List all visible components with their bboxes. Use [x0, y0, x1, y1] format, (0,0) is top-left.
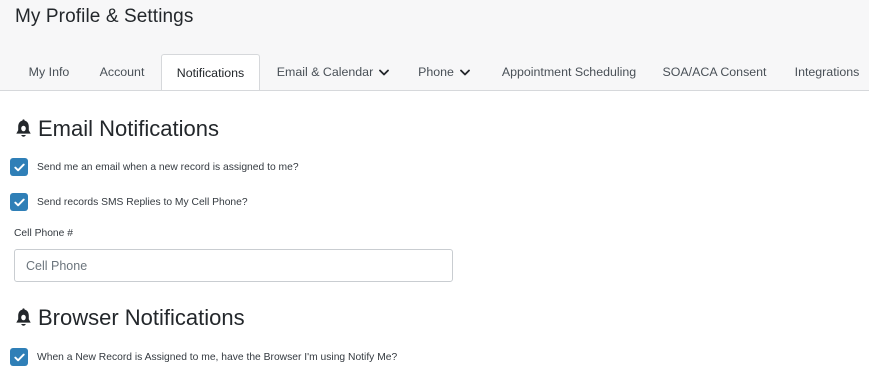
section-title: Browser Notifications — [38, 305, 245, 330]
email-on-new-record-checkbox[interactable] — [10, 158, 28, 176]
page-header: My Profile & Settings My Info Account No… — [0, 0, 869, 91]
tab-label: Integrations — [794, 65, 860, 79]
option-label: Send me an email when a new record is as… — [37, 161, 299, 173]
checkmark-icon — [13, 198, 25, 206]
tab-soa-aca-consent[interactable]: SOA/ACA Consent — [657, 55, 772, 89]
tab-appointment-scheduling[interactable]: Appointment Scheduling — [492, 55, 646, 89]
cell-phone-label: Cell Phone # — [14, 228, 73, 239]
tab-label: Notifications — [176, 65, 245, 80]
bell-icon — [16, 308, 31, 326]
chevron-down-icon — [379, 69, 390, 75]
tab-label: SOA/ACA Consent — [662, 65, 767, 79]
tab-label: Appointment Scheduling — [501, 65, 637, 79]
browser-notify-checkbox[interactable] — [10, 348, 28, 366]
cell-phone-input[interactable] — [14, 249, 453, 282]
tab-account[interactable]: Account — [89, 55, 155, 89]
checkmark-icon — [13, 163, 25, 171]
tab-label: Phone — [418, 65, 454, 79]
browser-notifications-heading: Browser Notifications — [15, 305, 245, 331]
tab-notifications[interactable]: Notifications — [161, 54, 260, 90]
page-title: My Profile & Settings — [15, 6, 194, 27]
tab-label: Email & Calendar — [276, 65, 374, 79]
tab-my-info[interactable]: My Info — [15, 55, 83, 89]
chevron-down-icon — [460, 69, 470, 75]
tab-email-calendar[interactable]: Email & Calendar — [270, 55, 396, 89]
sms-replies-checkbox[interactable] — [10, 193, 28, 211]
tab-integrations[interactable]: Integrations — [785, 55, 869, 89]
browser-notify-option: When a New Record is Assigned to me, hav… — [10, 348, 397, 366]
tab-label: Account — [99, 65, 145, 79]
sms-replies-option: Send records SMS Replies to My Cell Phon… — [10, 193, 248, 211]
bell-icon — [16, 119, 31, 137]
email-on-new-record-option: Send me an email when a new record is as… — [10, 158, 299, 176]
option-label: When a New Record is Assigned to me, hav… — [37, 351, 398, 363]
email-notifications-heading: Email Notifications — [15, 116, 219, 142]
tab-label: My Info — [28, 65, 70, 79]
tab-phone[interactable]: Phone — [411, 55, 477, 89]
option-label: Send records SMS Replies to My Cell Phon… — [37, 196, 248, 208]
section-title: Email Notifications — [38, 116, 219, 141]
checkmark-icon — [13, 353, 25, 361]
